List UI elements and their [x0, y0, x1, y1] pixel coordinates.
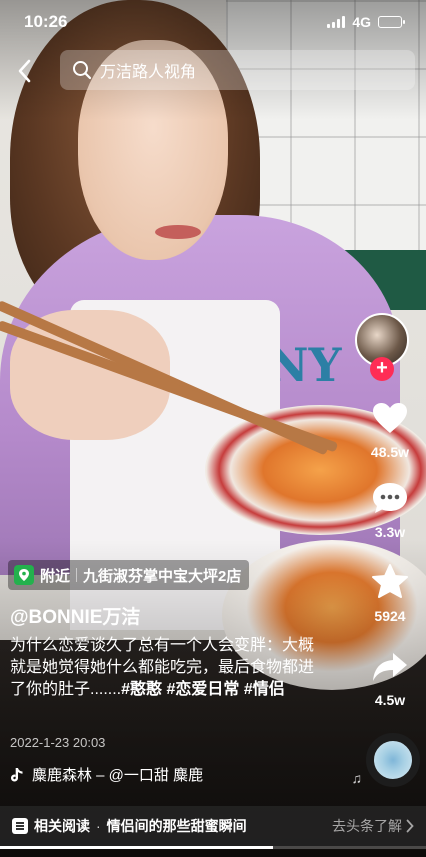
related-separator: ·	[96, 818, 101, 834]
search-bar[interactable]: 万洁路人视角	[60, 50, 415, 90]
related-link-label: 去头条了解	[332, 818, 402, 834]
search-icon	[73, 61, 92, 80]
comment-count: 3.3w	[374, 524, 406, 540]
network-type: 4G	[352, 14, 371, 30]
tiktok-logo-icon	[11, 767, 23, 781]
signal-icon	[327, 16, 346, 28]
hashtag[interactable]: #憨憨	[121, 681, 162, 698]
status-indicators: 4G	[327, 14, 405, 30]
status-bar: 10:26 4G	[0, 0, 426, 44]
author-avatar-container[interactable]: +	[355, 313, 409, 381]
share-arrow-icon	[373, 653, 407, 681]
music-disc[interactable]	[366, 733, 420, 787]
location-divider	[76, 568, 78, 582]
post-date: 2022-1-23 20:03	[10, 735, 106, 750]
music-note-icon: ♫	[351, 770, 363, 786]
battery-icon	[378, 16, 405, 28]
author-name[interactable]: @BONNIE万洁	[10, 602, 140, 629]
comment-button[interactable]: 3.3w	[354, 481, 426, 540]
chevron-left-icon	[18, 59, 31, 83]
heart-icon	[373, 403, 407, 433]
follow-button[interactable]: +	[370, 357, 394, 381]
music-info[interactable]: 麋鹿森林 – @一口甜 麋鹿	[10, 764, 203, 785]
related-label: 相关阅读	[34, 818, 90, 834]
person-lips	[155, 225, 201, 239]
related-link[interactable]: 去头条了解	[332, 816, 414, 836]
location-name: 九街淑芬掌中宝大坪2店	[83, 567, 242, 585]
favorite-button[interactable]: 5924	[354, 563, 426, 624]
chevron-right-icon	[406, 819, 414, 833]
hashtag[interactable]: #情侣	[244, 681, 285, 698]
related-reading-bar[interactable]: 相关阅读 · 情侣间的那些甜蜜瞬间 去头条了解	[0, 806, 426, 846]
playback-progress-fill	[0, 846, 273, 849]
music-title: 麋鹿森林 – @一口甜 麋鹿	[32, 767, 204, 784]
related-title: 情侣间的那些甜蜜瞬间	[106, 818, 247, 834]
search-placeholder: 万洁路人视角	[100, 64, 197, 81]
like-count: 48.5w	[370, 444, 410, 460]
status-time: 10:26	[24, 12, 68, 31]
location-pin-icon	[14, 565, 34, 585]
star-icon	[372, 564, 408, 598]
location-prefix: 附近	[40, 567, 71, 585]
share-count: 4.5w	[374, 692, 406, 708]
post-caption: 为什么恋爱谈久了总有一个人会变胖：大概就是她觉得她什么都能吃完，最后食物都进了你…	[10, 635, 322, 701]
location-tag[interactable]: 附近 九街淑芬掌中宝大坪2店	[8, 560, 250, 590]
hashtag[interactable]: #恋爱日常	[166, 681, 239, 698]
comment-icon	[373, 483, 407, 513]
share-button[interactable]: 4.5w	[354, 651, 426, 708]
playback-progress[interactable]	[0, 846, 426, 849]
like-button[interactable]: 48.5w	[354, 401, 426, 460]
article-icon	[12, 818, 28, 834]
favorite-count: 5924	[374, 608, 406, 624]
back-button[interactable]	[10, 56, 38, 86]
